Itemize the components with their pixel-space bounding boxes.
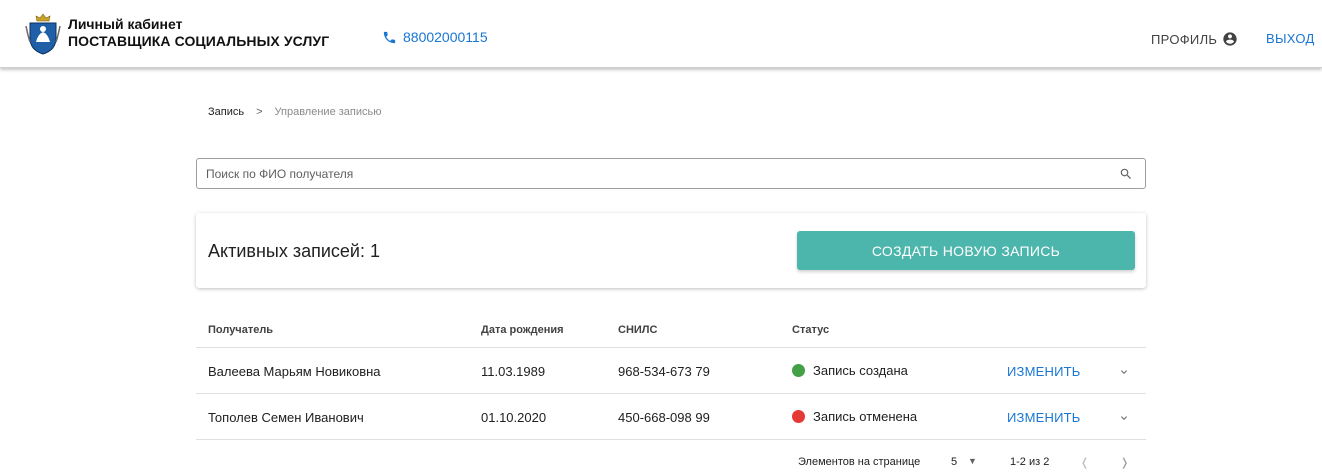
breadcrumb: Запись > Управление записью xyxy=(208,106,381,118)
breadcrumb-separator: > xyxy=(256,106,263,118)
search-icon[interactable] xyxy=(1119,167,1133,181)
snils: 968-534-673 79 xyxy=(618,364,710,379)
pagination-range: 1-2 из 2 xyxy=(1010,456,1050,468)
table-row: Тополев Семен Иванович 01.10.2020 450-66… xyxy=(196,394,1146,440)
column-header-status: Статус xyxy=(792,324,830,336)
table-row: Валеева Марьям Новиковна 11.03.1989 968-… xyxy=(196,348,1146,394)
prev-page-icon[interactable]: ❬ xyxy=(1080,456,1089,469)
status: Запись создана xyxy=(792,363,908,378)
records-table: Получатель Дата рождения СНИЛС Статус Ва… xyxy=(196,310,1146,440)
active-records-count: Активных записей: 1 xyxy=(208,241,380,261)
create-record-button[interactable]: СОЗДАТЬ НОВУЮ ЗАПИСЬ xyxy=(797,231,1135,270)
birth-date: 01.10.2020 xyxy=(481,410,547,425)
breadcrumb-item-record[interactable]: Запись xyxy=(208,106,244,118)
status-text: Запись создана xyxy=(813,363,908,378)
table-header: Получатель Дата рождения СНИЛС Статус xyxy=(196,310,1146,348)
birth-date: 11.03.1989 xyxy=(481,364,546,379)
column-header-snils: СНИЛС xyxy=(618,324,658,336)
edit-button[interactable]: ИЗМЕНИТЬ xyxy=(1007,364,1081,379)
chevron-down-icon[interactable] xyxy=(1118,412,1130,424)
profile-label[interactable]: ПРОФИЛЬ xyxy=(1151,32,1217,47)
brand-line-1: Личный кабинет xyxy=(68,16,183,32)
column-header-birth-date: Дата рождения xyxy=(481,324,564,336)
account-circle-icon[interactable] xyxy=(1222,31,1238,47)
coat-of-arms-logo[interactable] xyxy=(24,12,62,56)
brand-line-2: ПОСТАВЩИКА СОЦИАЛЬНЫХ УСЛУГ xyxy=(68,33,330,49)
column-header-recipient: Получатель xyxy=(208,324,274,336)
phone-icon xyxy=(383,31,396,43)
dropdown-arrow-icon[interactable]: ▼ xyxy=(968,456,977,466)
status-dot-icon xyxy=(792,410,805,423)
recipient-name: Тополев Семен Иванович xyxy=(208,410,364,425)
search-input[interactable] xyxy=(197,159,1097,188)
status-text: Запись отменена xyxy=(813,409,918,424)
profile-menu[interactable]: ПРОФИЛЬ xyxy=(1151,31,1238,47)
logout-button[interactable]: ВЫХОД xyxy=(1266,31,1315,46)
rows-per-page-label: Элементов на странице xyxy=(798,456,921,468)
status: Запись отменена xyxy=(792,409,917,424)
breadcrumb-item-current: Управление записью xyxy=(274,106,382,118)
summary-card: Активных записей: 1 СОЗДАТЬ НОВУЮ ЗАПИСЬ xyxy=(196,213,1146,288)
edit-button[interactable]: ИЗМЕНИТЬ xyxy=(1007,410,1081,425)
status-dot-icon xyxy=(792,364,805,377)
app-header: Личный кабинет ПОСТАВЩИКА СОЦИАЛЬНЫХ УСЛ… xyxy=(0,0,1322,68)
search-box xyxy=(196,158,1146,189)
rows-per-page-select[interactable]: 5 xyxy=(951,456,957,468)
recipient-name: Валеева Марьям Новиковна xyxy=(208,364,381,379)
phone-number[interactable]: 88002000115 xyxy=(403,29,488,45)
pagination: Элементов на странице 5 ▼ 1-2 из 2 ❬ ❭ xyxy=(196,449,1146,473)
snils: 450-668-098 99 xyxy=(618,410,710,425)
chevron-down-icon[interactable] xyxy=(1118,366,1130,378)
next-page-icon[interactable]: ❭ xyxy=(1120,456,1129,469)
phone-link[interactable]: 88002000115 xyxy=(382,29,488,45)
brand-title: Личный кабинет ПОСТАВЩИКА СОЦИАЛЬНЫХ УСЛ… xyxy=(68,16,329,50)
